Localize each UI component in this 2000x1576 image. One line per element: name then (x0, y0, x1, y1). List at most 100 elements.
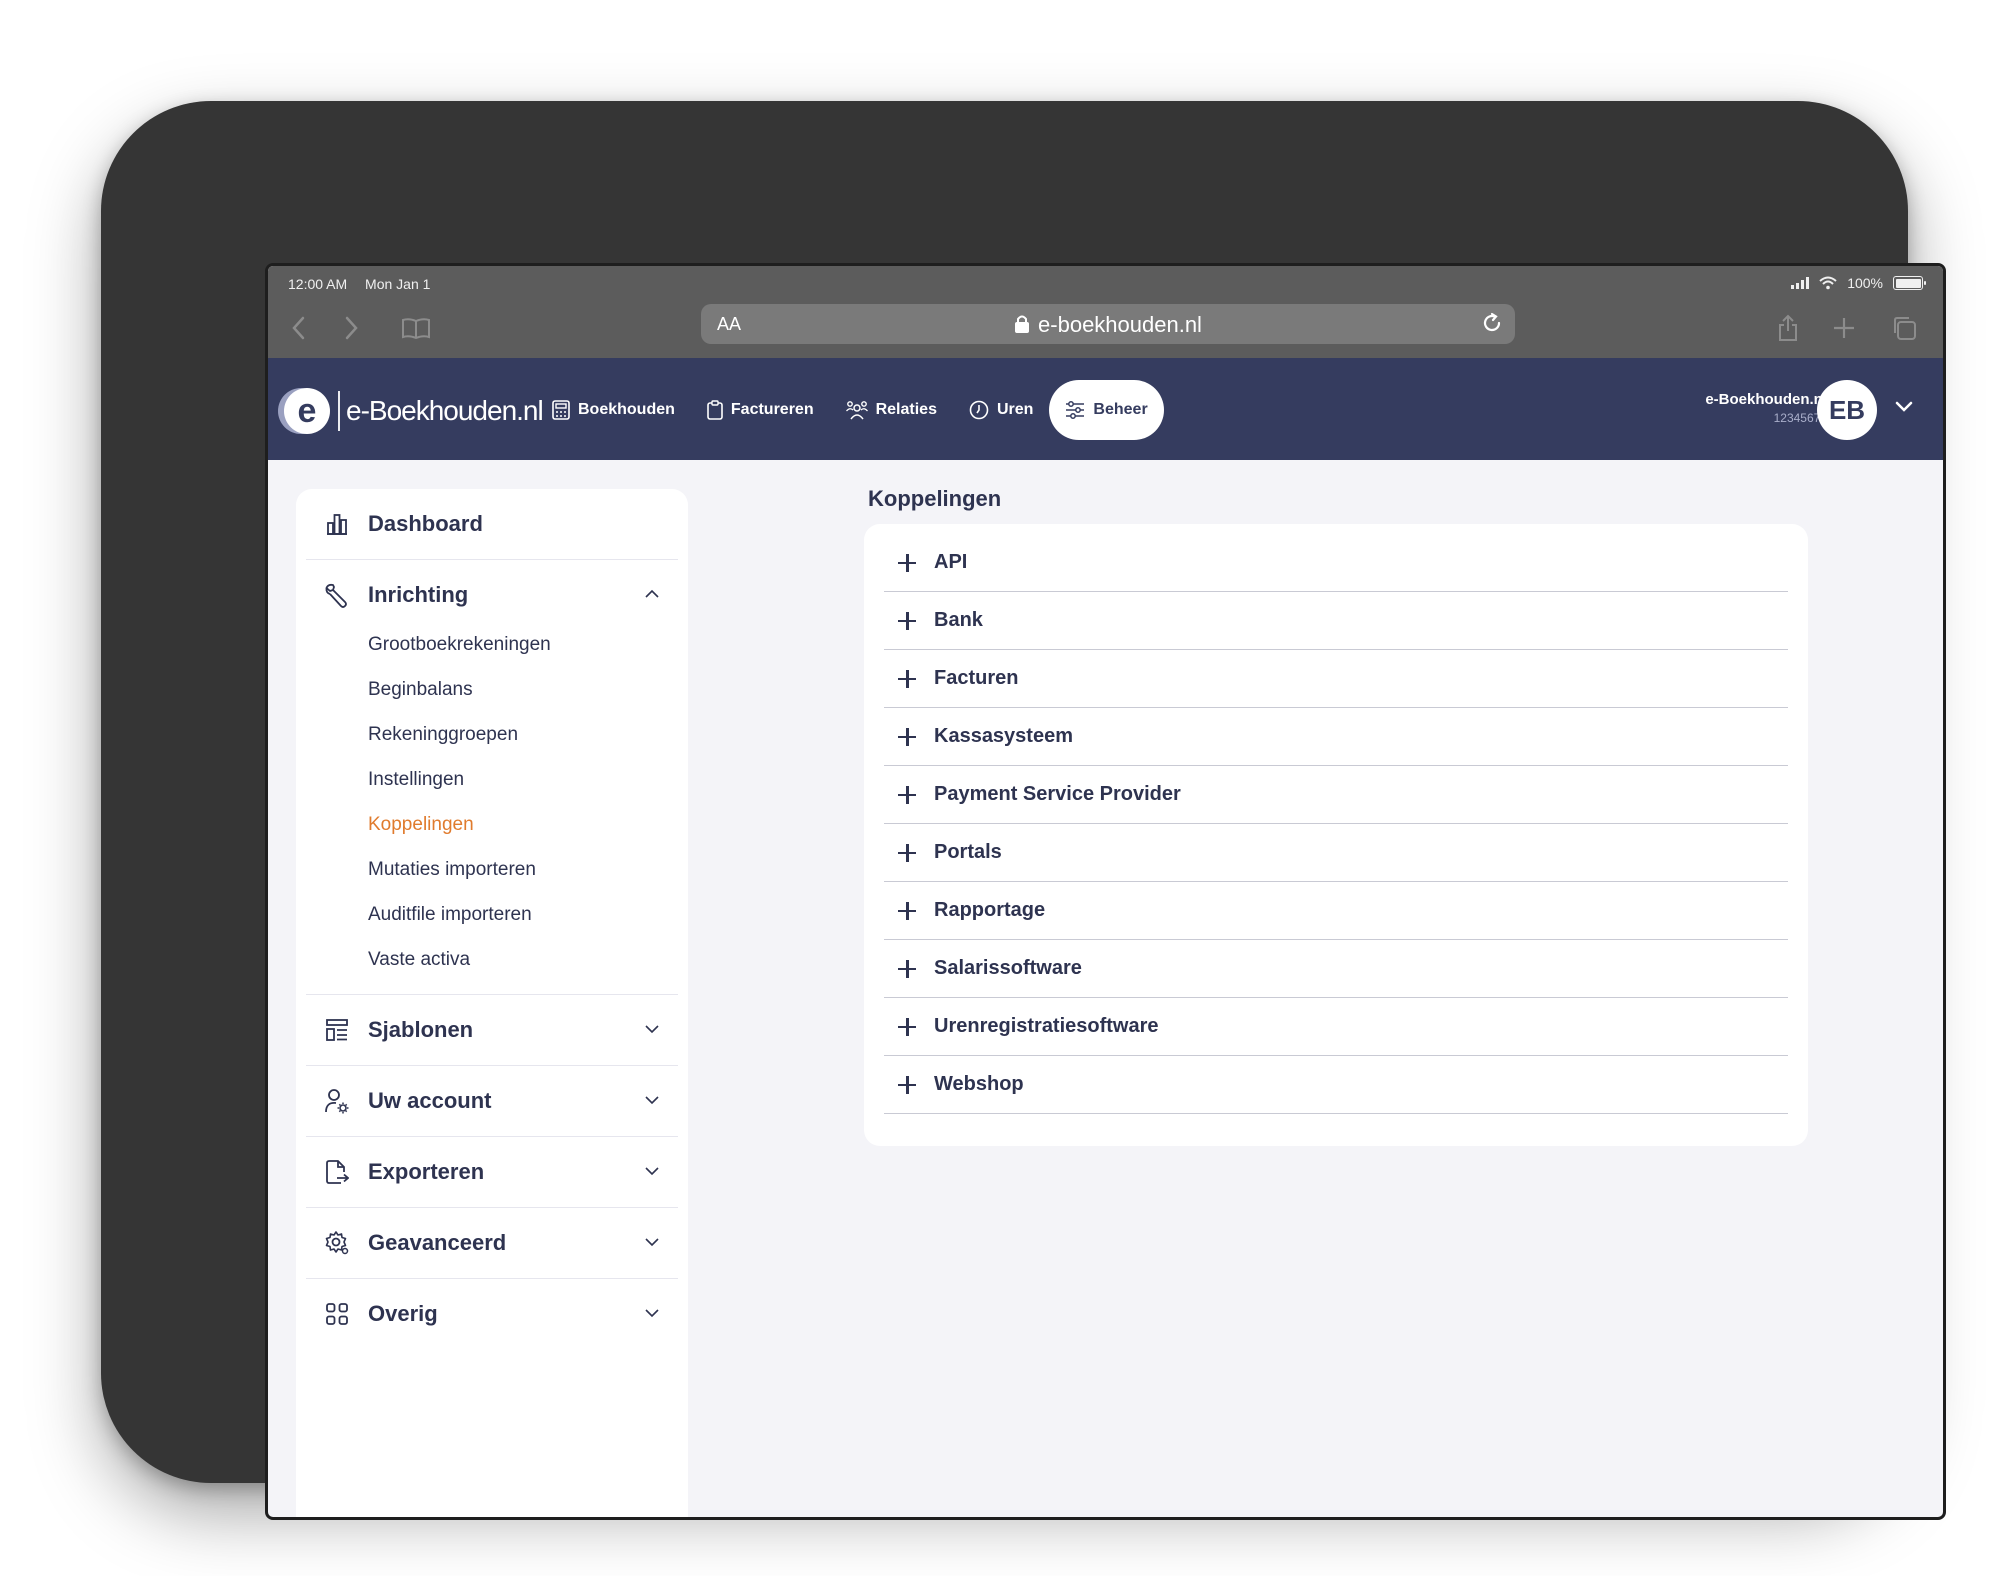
sliders-icon (1066, 401, 1085, 419)
plus-icon (898, 1075, 918, 1095)
reload-button[interactable] (1481, 312, 1503, 339)
battery-level (1895, 278, 1921, 288)
bookmarks-button[interactable] (396, 310, 436, 346)
chevron-down-icon (645, 1167, 659, 1176)
accordion-label: Webshop (934, 1073, 1024, 1095)
sidebar-section-uw-account: Uw account (306, 1066, 678, 1137)
nav-uren[interactable]: Uren (953, 380, 1049, 440)
logo[interactable]: e e-Boekhouden.nl (284, 388, 544, 434)
battery-percentage: 100% (1847, 275, 1883, 291)
plus-icon (898, 901, 918, 921)
chevron-down-icon (645, 1096, 659, 1105)
account-menu-button[interactable] (1895, 400, 1913, 418)
nav-beheer[interactable]: Beheer (1049, 380, 1164, 440)
sidebar-item-overig[interactable]: Overig (306, 1279, 678, 1349)
nav-label: Boekhouden (578, 401, 675, 418)
sidebar-section-overig: Overig (306, 1279, 678, 1349)
plus-icon (898, 785, 918, 805)
sidebar: Dashboard Inrichting Grootboekrekeningen… (296, 489, 688, 1517)
sidebar-item-instellingen[interactable]: Instellingen (368, 757, 678, 802)
tabs-icon (1894, 317, 1916, 340)
accordion-item-portals[interactable]: Portals (884, 824, 1788, 882)
status-bar: 12:00 AM Mon Jan 1 100% (288, 274, 1926, 294)
sidebar-item-dashboard[interactable]: Dashboard (306, 489, 678, 559)
bookmarks-icon (402, 318, 430, 339)
url-display[interactable]: e-boekhouden.nl (701, 312, 1515, 338)
nav-label: Relaties (875, 401, 937, 418)
accordion-label: Portals (934, 841, 1002, 863)
sidebar-section-geavanceerd: Geavanceerd (306, 1208, 678, 1279)
lock-icon (1015, 315, 1030, 333)
calculator-icon (552, 400, 570, 420)
accordion-item-api[interactable]: API (884, 534, 1788, 592)
accordion-label: Bank (934, 609, 983, 631)
plus-icon (898, 669, 918, 689)
chevron-down-icon (645, 1238, 659, 1247)
gear-icon (325, 1231, 349, 1255)
accordion-item-rapportage[interactable]: Rapportage (884, 882, 1788, 940)
sidebar-label: Uw account (368, 1088, 492, 1113)
accordion-item-facturen[interactable]: Facturen (884, 650, 1788, 708)
new-tab-icon (1834, 318, 1854, 338)
address-bar[interactable]: AA e-boekhouden.nl (701, 304, 1515, 344)
grid-icon (326, 1303, 348, 1325)
chevron-down-icon (645, 1025, 659, 1034)
nav-relaties[interactable]: Relaties (830, 380, 953, 440)
sidebar-label: Overig (368, 1301, 438, 1326)
export-icon (326, 1160, 349, 1184)
sidebar-item-koppelingen[interactable]: Koppelingen (368, 802, 678, 847)
nav-boekhouden[interactable]: Boekhouden (536, 380, 691, 440)
battery-icon (1893, 276, 1926, 290)
reload-icon (1483, 312, 1501, 332)
sidebar-item-vaste-activa[interactable]: Vaste activa (368, 937, 678, 982)
sidebar-section-dashboard: Dashboard (306, 489, 678, 560)
back-icon (292, 316, 305, 340)
sidebar-label: Geavanceerd (368, 1230, 507, 1255)
accordion-item-webshop[interactable]: Webshop (884, 1056, 1788, 1114)
nav-factureren[interactable]: Factureren (691, 380, 830, 440)
sidebar-item-auditfile-importeren[interactable]: Auditfile importeren (368, 892, 678, 937)
accordion-item-payment-service-provider[interactable]: Payment Service Provider (884, 766, 1788, 824)
share-icon (1779, 314, 1797, 341)
plus-icon (898, 611, 918, 631)
sidebar-item-sjablonen[interactable]: Sjablonen (306, 995, 678, 1065)
share-button[interactable] (1768, 310, 1808, 346)
plus-icon (898, 843, 918, 863)
sidebar-item-mutaties-importeren[interactable]: Mutaties importeren (368, 847, 678, 892)
back-button[interactable] (278, 310, 318, 346)
accordion-item-bank[interactable]: Bank (884, 592, 1788, 650)
sidebar-label: Sjablonen (368, 1017, 474, 1042)
accordion-label: Salarissoftware (934, 957, 1082, 979)
chart-icon (327, 514, 347, 535)
plus-icon (898, 553, 918, 573)
screen: 12:00 AM Mon Jan 1 100% AA e-boekhouden.… (265, 263, 1946, 1520)
sidebar-item-geavanceerd[interactable]: Geavanceerd (306, 1208, 678, 1278)
accordion-item-urenregistratiesoftware[interactable]: Urenregistratiesoftware (884, 998, 1788, 1056)
new-tab-button[interactable] (1824, 310, 1864, 346)
accordion-label: API (934, 551, 968, 573)
sidebar-item-exporteren[interactable]: Exporteren (306, 1137, 678, 1207)
nav-label: Factureren (730, 401, 814, 418)
sidebar-item-uw-account[interactable]: Uw account (306, 1066, 678, 1136)
signal-icon (1791, 277, 1810, 289)
tabs-button[interactable] (1884, 310, 1924, 346)
status-time: 12:00 AM (288, 276, 348, 292)
inrichting-submenu: Grootboekrekeningen Beginbalans Rekening… (306, 622, 678, 994)
forward-button[interactable] (332, 310, 372, 346)
sidebar-item-inrichting[interactable]: Inrichting (306, 560, 678, 630)
account-info[interactable]: e-Boekhouden.nl 12345678 (1705, 391, 1827, 425)
sidebar-item-grootboekrekeningen[interactable]: Grootboekrekeningen (368, 622, 678, 667)
url-text: e-boekhouden.nl (1038, 312, 1202, 337)
sidebar-item-beginbalans[interactable]: Beginbalans (368, 667, 678, 712)
tablet-frame: 12:00 AM Mon Jan 1 100% AA e-boekhouden.… (101, 101, 1946, 1520)
sidebar-item-rekeninggroepen[interactable]: Rekeninggroepen (368, 712, 678, 757)
avatar[interactable]: EB (1817, 380, 1877, 440)
accordion-item-salarissoftware[interactable]: Salarissoftware (884, 940, 1788, 998)
sidebar-label: Dashboard (368, 511, 483, 536)
page-title: Koppelingen (868, 486, 1002, 511)
clipboard-icon (707, 400, 723, 420)
accordion-label: Urenregistratiesoftware (934, 1015, 1159, 1037)
clock-icon (969, 400, 989, 420)
account-company: e-Boekhouden.nl (1705, 391, 1827, 408)
accordion-item-kassasysteem[interactable]: Kassasysteem (884, 708, 1788, 766)
